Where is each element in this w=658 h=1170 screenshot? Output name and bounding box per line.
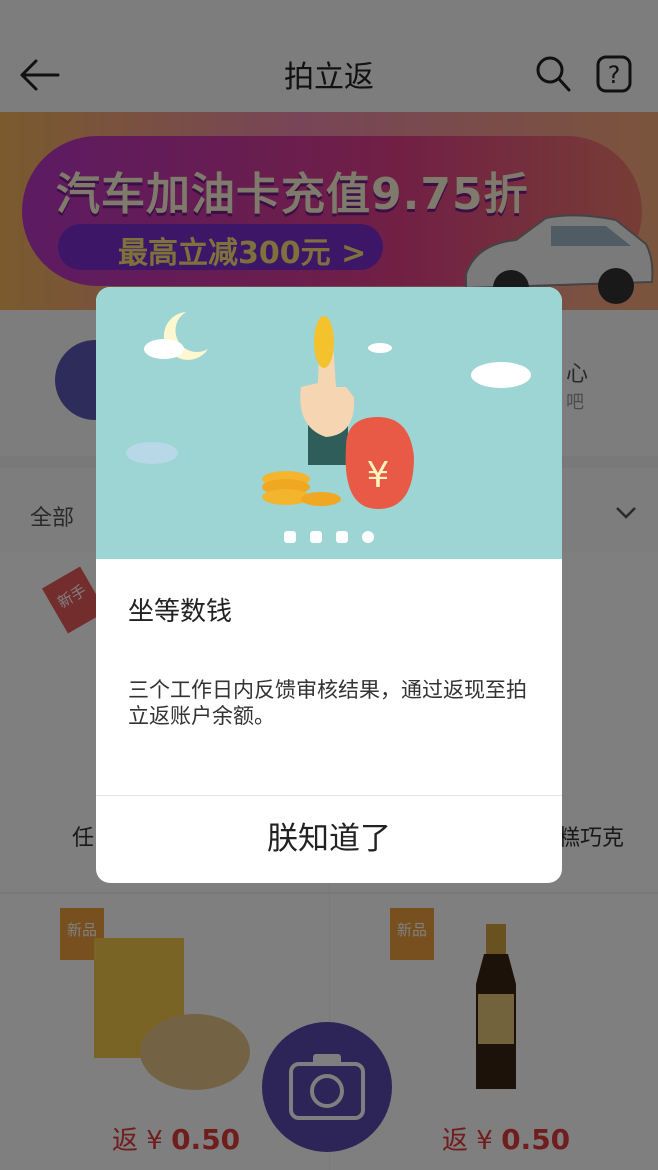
pager-dot[interactable] [310,531,322,543]
pager-dot[interactable] [284,531,296,543]
pager-dot-active[interactable] [362,531,374,543]
pager-dot[interactable] [336,531,348,543]
onboarding-dialog: ¥ 坐等数钱 三个工作日内反馈审核结果，通过返现至拍立返账户余额。 朕知道了 [96,287,562,883]
dialog-heading: 坐等数钱 [128,597,233,627]
dialog-illustration: ¥ [96,287,562,559]
hand-coins-illustration: ¥ [126,312,531,509]
svg-text:¥: ¥ [367,455,390,496]
pager-dots [96,528,562,547]
acknowledge-button[interactable]: 朕知道了 [96,796,562,883]
dialog-body: 三个工作日内反馈审核结果，通过返现至拍立返账户余额。 [128,678,527,728]
